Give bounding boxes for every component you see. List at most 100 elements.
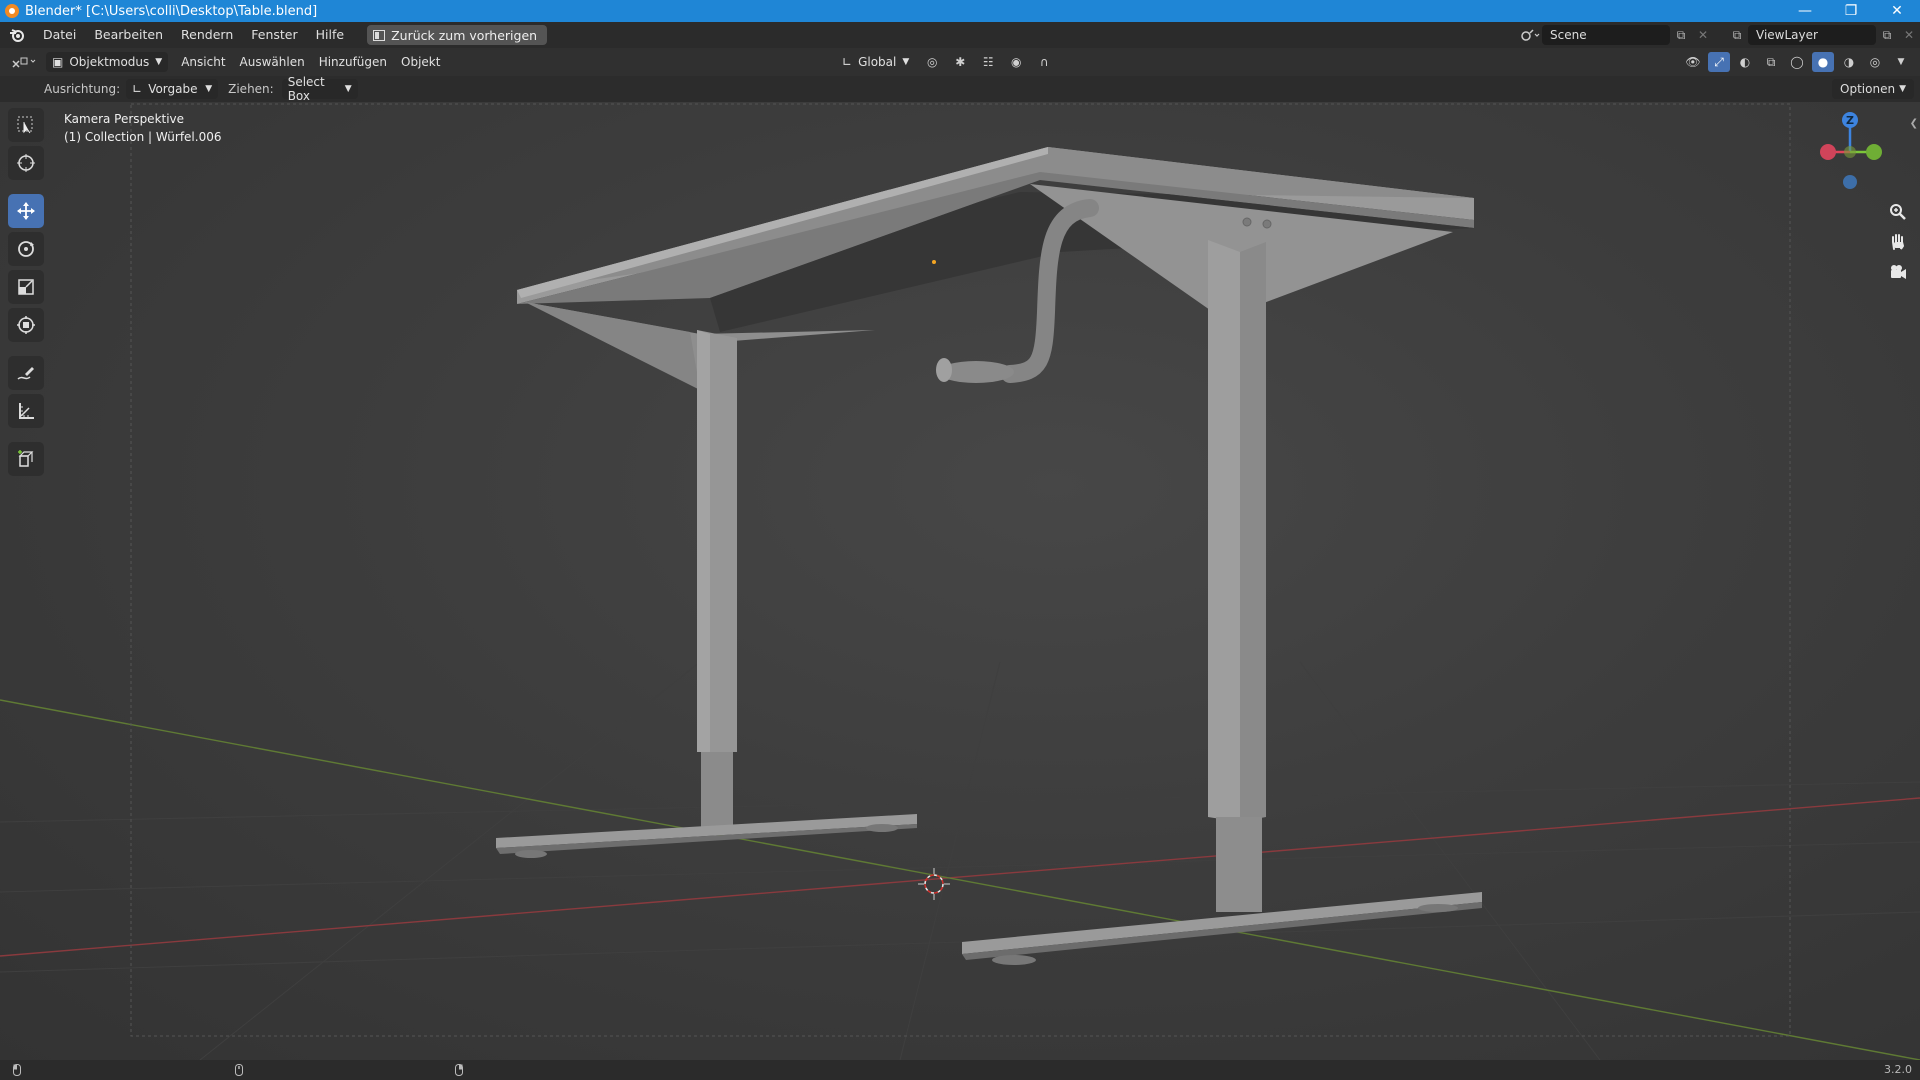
scene-browse-icon[interactable]: [1520, 25, 1542, 45]
menu-fenster[interactable]: Fenster: [242, 22, 306, 48]
pan-hand-icon[interactable]: [1884, 228, 1912, 256]
select-box-tool[interactable]: [8, 108, 44, 142]
blender-menu-icon[interactable]: [0, 22, 34, 48]
top-menubar: Datei Bearbeiten Rendern Fenster Hilfe Z…: [0, 22, 1920, 48]
back-to-previous-label: Zurück zum vorherigen: [391, 27, 538, 43]
viewport-info: Kamera Perspektive (1) Collection | Würf…: [64, 110, 221, 146]
restore-button[interactable]: ❐: [1828, 0, 1874, 22]
cursor-icon: [17, 154, 35, 172]
window-title: Blender* [C:\Users\colli\Desktop\Table.b…: [25, 3, 318, 19]
floor-grid: [0, 661, 1920, 1060]
gizmo-toggle-icon[interactable]: ⤢: [1708, 52, 1730, 72]
material-shading-icon[interactable]: ◑: [1838, 52, 1860, 72]
orientation-label: Global: [858, 55, 897, 69]
menu-auswaehlen[interactable]: Auswählen: [233, 55, 312, 69]
object-mode-icon: ▣: [52, 55, 64, 69]
overlays-toggle-icon[interactable]: ◐: [1734, 52, 1756, 72]
new-scene-icon[interactable]: ⧉: [1670, 25, 1692, 45]
viewlayer-name-field[interactable]: ViewLayer: [1748, 25, 1876, 45]
editor-type-icon[interactable]: [8, 52, 40, 72]
chevron-down-icon: ▼: [155, 57, 163, 67]
move-tool[interactable]: [8, 194, 44, 228]
shading-options-chevron-icon[interactable]: ▼: [1890, 52, 1912, 72]
close-button[interactable]: ✕: [1874, 0, 1920, 22]
y-axis-line: [0, 699, 1920, 1060]
menu-ansicht[interactable]: Ansicht: [174, 55, 232, 69]
mouse-middle-icon: [232, 1063, 246, 1077]
chevron-down-icon: ▼: [205, 84, 213, 94]
viewlayer-name: ViewLayer: [1756, 28, 1818, 42]
menu-hilfe[interactable]: Hilfe: [307, 22, 353, 48]
drag-label: Ziehen:: [228, 82, 274, 96]
delete-scene-icon[interactable]: ✕: [1692, 25, 1714, 45]
mode-label: Objektmodus: [69, 55, 150, 69]
navigation-gizmo[interactable]: Z: [1810, 108, 1890, 198]
menu-hinzufuegen[interactable]: Hinzufügen: [312, 55, 394, 69]
transform-icon: [17, 316, 35, 334]
mode-dropdown[interactable]: ▣ Objektmodus ▼: [46, 52, 169, 72]
solid-shading-icon[interactable]: ●: [1812, 52, 1834, 72]
falloff-icon[interactable]: ∩: [1033, 52, 1055, 72]
gizmo-y-axis[interactable]: [1866, 144, 1882, 160]
scale-tool[interactable]: [8, 270, 44, 304]
camera-perspective-label: Kamera Perspektive: [64, 112, 185, 126]
options-dropdown[interactable]: Optionen ▼: [1832, 79, 1914, 99]
camera-view-icon[interactable]: [1884, 258, 1912, 286]
move-arrows-icon: [17, 202, 35, 220]
measure-tool[interactable]: [8, 394, 44, 428]
gizmo-z-label: Z: [1846, 114, 1854, 127]
snap-target-icon[interactable]: ☷: [977, 52, 999, 72]
drag-value: Select Box: [287, 75, 325, 103]
proportional-edit-icon[interactable]: ◉: [1005, 52, 1027, 72]
viewport-header: ▣ Objektmodus ▼ Ansicht Auswählen Hinzuf…: [0, 48, 1920, 76]
3d-viewport[interactable]: Kamera Perspektive (1) Collection | Würf…: [0, 102, 1920, 1060]
new-viewlayer-icon[interactable]: ⧉: [1876, 25, 1898, 45]
minimize-button[interactable]: —: [1782, 0, 1828, 22]
annotate-tool[interactable]: [8, 356, 44, 390]
measure-ruler-icon: [19, 403, 34, 419]
zoom-icon[interactable]: [1884, 198, 1912, 226]
gizmo-x-axis[interactable]: [1820, 144, 1836, 160]
sidebar-toggle-chevron-icon[interactable]: ❮: [1910, 118, 1918, 129]
menu-bearbeiten[interactable]: Bearbeiten: [85, 22, 172, 48]
add-cube-tool[interactable]: [8, 442, 44, 476]
scene-name: Scene: [1550, 28, 1587, 42]
delete-viewlayer-icon[interactable]: ✕: [1898, 25, 1920, 45]
tool-shelf: [8, 108, 44, 476]
options-label: Optionen: [1840, 82, 1896, 96]
gizmo-neg-z-axis[interactable]: [1843, 175, 1857, 189]
drag-dropdown[interactable]: Select Box ▼: [281, 75, 358, 103]
menu-rendern[interactable]: Rendern: [172, 22, 242, 48]
pivot-point-icon[interactable]: ◎: [921, 52, 943, 72]
status-bar: 3.2.0: [0, 1060, 1920, 1080]
back-to-previous-button[interactable]: Zurück zum vorherigen: [367, 25, 548, 45]
scene-name-field[interactable]: Scene: [1542, 25, 1670, 45]
chevron-down-icon: ▼: [1899, 84, 1906, 94]
rendered-shading-icon[interactable]: ◎: [1864, 52, 1886, 72]
collection-object-label: (1) Collection | Würfel.006: [64, 130, 222, 144]
menu-datei[interactable]: Datei: [34, 22, 85, 48]
snap-toggle-icon[interactable]: ✱: [949, 52, 971, 72]
visibility-eye-icon[interactable]: 👁: [1682, 52, 1704, 72]
orientation-dropdown[interactable]: ∟ Vorgabe ▼: [126, 79, 219, 99]
mouse-left-icon: [10, 1063, 24, 1077]
chevron-down-icon: ▼: [902, 57, 910, 67]
xray-toggle-icon[interactable]: ⧉: [1760, 52, 1782, 72]
viewlayer-browse-icon[interactable]: ⧉: [1726, 25, 1748, 45]
orientation-label: Ausrichtung:: [44, 82, 121, 96]
orientation-value: Vorgabe: [148, 82, 198, 96]
menu-objekt[interactable]: Objekt: [394, 55, 447, 69]
cursor-tool[interactable]: [8, 146, 44, 180]
orientation-axes-icon: ∟: [132, 82, 143, 96]
window-titlebar: Blender* [C:\Users\colli\Desktop\Table.b…: [0, 0, 1920, 22]
transform-orientation-dropdown[interactable]: ∟ Global ▼: [836, 52, 915, 72]
blender-logo-icon: [5, 4, 19, 18]
screen-back-icon: [373, 29, 386, 41]
select-box-icon: [17, 116, 33, 134]
transform-tool[interactable]: [8, 308, 44, 342]
add-cube-icon: [18, 450, 34, 467]
tool-settings-bar: Ausrichtung: ∟ Vorgabe ▼ Ziehen: Select …: [0, 75, 1920, 103]
rotate-tool[interactable]: [8, 232, 44, 266]
wireframe-shading-icon[interactable]: ◯: [1786, 52, 1808, 72]
version-label: 3.2.0: [1884, 1063, 1912, 1076]
